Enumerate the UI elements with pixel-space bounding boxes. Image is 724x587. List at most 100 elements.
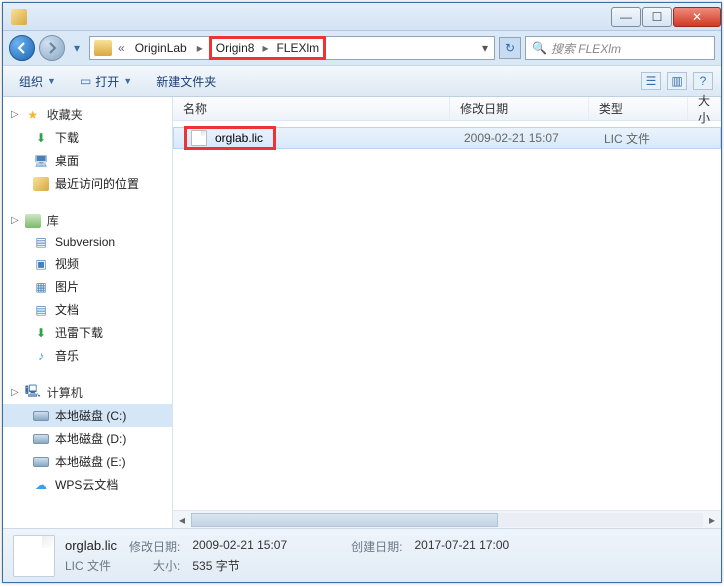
sidebar-header-computer[interactable]: ▷ 🖳 计算机: [3, 381, 172, 404]
sidebar-item-label: WPS云文档: [55, 476, 118, 493]
sidebar-header-favorites[interactable]: ▷ ★ 收藏夹: [3, 103, 172, 126]
download-icon: ⬇: [33, 131, 49, 145]
column-date[interactable]: 修改日期: [450, 97, 589, 120]
file-date: 2009-02-21 15:07: [454, 131, 594, 145]
sidebar-item-label: 视频: [55, 255, 79, 272]
breadcrumb-item[interactable]: OriginLab: [131, 39, 191, 57]
scroll-right[interactable]: ▸: [703, 513, 721, 527]
open-label: 打开: [95, 73, 119, 90]
breadcrumb-dropdown[interactable]: ▾: [480, 41, 490, 55]
refresh-button[interactable]: ↻: [499, 37, 521, 59]
details-filetype: LIC 文件: [65, 557, 111, 574]
details-filename: orglab.lic: [65, 538, 117, 555]
sidebar-item-subversion[interactable]: ▤Subversion: [3, 232, 172, 252]
organize-button[interactable]: 组织 ▼: [11, 71, 64, 92]
column-label: 类型: [599, 100, 623, 117]
nav-row: ▾ « OriginLab ▸ Origin8 ▸ FLEXlm ▾ ↻ 🔍 搜…: [3, 31, 721, 65]
chevron-down-icon: ▼: [123, 76, 132, 86]
column-label: 修改日期: [460, 100, 508, 117]
breadcrumb-prefix: «: [114, 41, 129, 55]
breadcrumb[interactable]: « OriginLab ▸ Origin8 ▸ FLEXlm ▾: [89, 36, 495, 60]
file-list[interactable]: orglab.lic 2009-02-21 15:07 LIC 文件: [173, 121, 721, 510]
details-size-label: 大小:: [153, 557, 180, 574]
library-icon: [25, 214, 41, 228]
details-mod-label: 修改日期:: [129, 538, 180, 555]
horizontal-scrollbar[interactable]: ◂ ▸: [173, 510, 721, 528]
open-icon: ▭: [80, 74, 91, 88]
forward-button[interactable]: [39, 35, 65, 61]
sidebar-computer: ▷ 🖳 计算机 本地磁盘 (C:) 本地磁盘 (D:) 本地磁盘 (E:) ☁W…: [3, 381, 172, 496]
download-icon: ⬇: [33, 326, 49, 340]
doc-icon: ▤: [33, 235, 49, 249]
sidebar-item-pictures[interactable]: ▦图片: [3, 275, 172, 298]
image-icon: ▦: [33, 280, 49, 294]
column-type[interactable]: 类型: [589, 97, 688, 120]
sidebar-item-recent[interactable]: 最近访问的位置: [3, 172, 172, 195]
caret-icon: ▷: [11, 109, 19, 120]
organize-label: 组织: [19, 73, 43, 90]
chevron-right-icon: ▸: [193, 41, 207, 55]
search-icon: 🔍: [532, 41, 547, 55]
scroll-left[interactable]: ◂: [173, 513, 191, 527]
search-input[interactable]: 🔍 搜索 FLEXlm: [525, 36, 715, 60]
details-size-value: 535 字节: [192, 557, 239, 574]
doc-icon: ▤: [33, 303, 49, 317]
sidebar-item-label: 本地磁盘 (E:): [55, 453, 126, 470]
sidebar-item-drive-e[interactable]: 本地磁盘 (E:): [3, 450, 172, 473]
file-large-icon: [13, 535, 55, 577]
maximize-button[interactable]: ☐: [642, 7, 672, 27]
column-size[interactable]: 大小: [688, 97, 721, 120]
close-button[interactable]: ✕: [673, 7, 721, 27]
highlight-breadcrumb: Origin8 ▸ FLEXlm: [209, 36, 326, 60]
new-folder-label: 新建文件夹: [156, 73, 216, 90]
column-label: 名称: [183, 100, 207, 117]
sidebar-item-xunlei[interactable]: ⬇迅雷下载: [3, 321, 172, 344]
open-button[interactable]: ▭ 打开 ▼: [72, 71, 140, 92]
video-icon: ▣: [33, 257, 49, 271]
details-meta: orglab.lic 修改日期: 2009-02-21 15:07 创建日期: …: [65, 538, 509, 574]
highlight-file: orglab.lic: [184, 126, 276, 150]
folder-icon: [11, 9, 27, 25]
toolbar-right: ☰ ▥ ?: [641, 72, 713, 90]
sidebar-item-drive-d[interactable]: 本地磁盘 (D:): [3, 427, 172, 450]
sidebar-item-drive-c[interactable]: 本地磁盘 (C:): [3, 404, 172, 427]
new-folder-button[interactable]: 新建文件夹: [148, 71, 224, 92]
music-icon: ♪: [33, 349, 49, 363]
breadcrumb-item[interactable]: FLEXlm: [272, 39, 323, 57]
sidebar-item-label: 最近访问的位置: [55, 175, 139, 192]
preview-pane-button[interactable]: ▥: [667, 72, 687, 90]
minimize-button[interactable]: —: [611, 7, 641, 27]
chevron-right-icon: ▸: [258, 41, 272, 55]
desktop-icon: 🖥: [33, 154, 49, 168]
sidebar-item-documents[interactable]: ▤ 文档: [3, 298, 172, 321]
back-button[interactable]: [9, 35, 35, 61]
sidebar-item-videos[interactable]: ▣ 视频: [3, 252, 172, 275]
sidebar-item-downloads[interactable]: ⬇下载: [3, 126, 172, 149]
file-row[interactable]: orglab.lic 2009-02-21 15:07 LIC 文件: [173, 127, 721, 149]
sidebar-item-label: 音乐: [55, 347, 79, 364]
breadcrumb-item[interactable]: Origin8: [212, 39, 259, 57]
help-button[interactable]: ?: [693, 72, 713, 90]
details-create-label: 创建日期:: [351, 538, 402, 555]
sidebar-libraries: ▷ 库 ▤Subversion ▣ 视频 ▦图片 ▤ 文档 ⬇迅雷下载 ♪ 音乐: [3, 209, 172, 367]
sidebar-item-label: 桌面: [55, 152, 79, 169]
view-button[interactable]: ☰: [641, 72, 661, 90]
details-pane: orglab.lic 修改日期: 2009-02-21 15:07 创建日期: …: [3, 528, 721, 582]
toolbar: 组织 ▼ ▭ 打开 ▼ 新建文件夹 ☰ ▥ ?: [3, 65, 721, 97]
sidebar-item-label: 文档: [55, 301, 79, 318]
scroll-thumb[interactable]: [191, 513, 498, 527]
titlebar: — ☐ ✕: [3, 3, 721, 31]
sidebar-item-wps-cloud[interactable]: ☁WPS云文档: [3, 473, 172, 496]
sidebar-item-desktop[interactable]: 🖥 桌面: [3, 149, 172, 172]
scroll-track[interactable]: [191, 513, 703, 527]
column-headers: 名称 修改日期 类型 大小: [173, 97, 721, 121]
column-name[interactable]: 名称: [173, 97, 450, 120]
file-area: 名称 修改日期 类型 大小 orglab.lic 2009-02-21 15:0…: [173, 97, 721, 528]
sidebar-item-music[interactable]: ♪ 音乐: [3, 344, 172, 367]
content: ▷ ★ 收藏夹 ⬇下载 🖥 桌面 最近访问的位置 ▷ 库 ▤Subversion …: [3, 97, 721, 528]
details-create-value: 2017-07-21 17:00: [414, 538, 509, 555]
drive-icon: [33, 434, 49, 444]
sidebar-header-libraries[interactable]: ▷ 库: [3, 209, 172, 232]
history-dropdown[interactable]: ▾: [69, 41, 85, 55]
sidebar-favorites: ▷ ★ 收藏夹 ⬇下载 🖥 桌面 最近访问的位置: [3, 103, 172, 195]
